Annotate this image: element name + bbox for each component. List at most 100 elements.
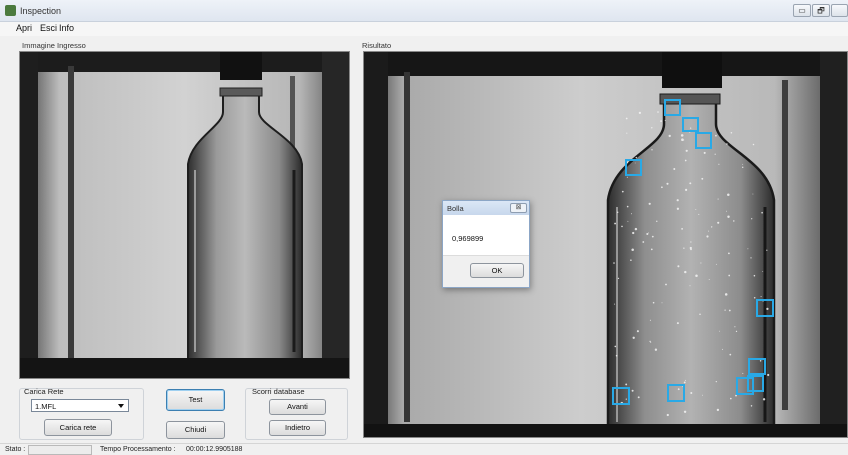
input-image	[19, 51, 350, 379]
bubble-speck	[661, 186, 663, 189]
bubble-speck	[651, 149, 653, 151]
bubble-speck	[637, 396, 640, 399]
bubble-speck	[683, 381, 686, 384]
bubble-speck	[681, 228, 683, 230]
bubble-speck	[654, 348, 658, 351]
menu-item-esci[interactable]: Esci	[40, 23, 57, 33]
input-image-label: Immagine Ingresso	[22, 41, 86, 50]
bubble-speck	[626, 132, 628, 134]
dialog-close-button[interactable]: ⊠	[510, 203, 527, 213]
indietro-button[interactable]: Indietro	[269, 420, 326, 436]
bubble-speck	[613, 262, 615, 264]
dialog-title: Bolla	[447, 204, 464, 213]
bubble-speck	[666, 182, 669, 185]
bubble-speck	[706, 235, 709, 238]
bubble-speck	[708, 230, 710, 232]
bubble-speck	[715, 380, 717, 383]
carica-rete-button[interactable]: Carica rete	[44, 419, 112, 436]
bubble-speck	[677, 388, 680, 391]
bubble-speck	[719, 330, 721, 332]
bubble-speck	[614, 345, 617, 348]
bubble-speck	[634, 227, 638, 231]
bubble-speck	[651, 235, 654, 238]
bubble-speck	[632, 231, 635, 235]
close-button[interactable]	[831, 4, 848, 17]
bubble-speck	[718, 163, 720, 165]
bubble-speck	[666, 413, 669, 417]
bubble-speck	[742, 163, 744, 165]
carica-rete-group-label: Carica Rete	[24, 387, 64, 396]
bubble-speck	[722, 348, 724, 350]
bubble-speck	[617, 277, 620, 280]
window-title: Inspection	[20, 6, 62, 16]
bubble-speck	[716, 408, 720, 412]
maximize-button[interactable]: 🗗	[812, 4, 830, 17]
bubble-speck	[625, 117, 628, 120]
bubble-speck	[701, 394, 703, 396]
bubble-speck	[626, 176, 628, 178]
result-image-label: Risultato	[362, 41, 392, 50]
bubble-speck	[616, 211, 619, 214]
bubble-speck	[676, 322, 679, 325]
bubble-speck	[717, 198, 719, 200]
menu-item-info[interactable]: Info	[59, 23, 74, 33]
bubble-speck	[750, 405, 753, 407]
bubble-speck	[695, 209, 697, 211]
bubble-speck	[664, 120, 666, 121]
bubble-speck	[690, 248, 692, 251]
title-bar: Inspection ▭ 🗗	[0, 0, 848, 22]
bubble-speck	[703, 151, 706, 154]
bubble-speck	[753, 297, 756, 299]
bubble-speck	[660, 120, 663, 123]
rete-select[interactable]: 1.MFL	[31, 399, 129, 412]
chevron-down-icon	[118, 404, 124, 408]
bubble-speck	[708, 279, 710, 280]
bubble-speck	[747, 248, 749, 250]
bubble-speck	[767, 373, 770, 377]
bubble-speck	[626, 205, 629, 208]
avanti-button[interactable]: Avanti	[269, 399, 326, 415]
bubble-speck	[715, 263, 717, 265]
bubble-speck	[657, 111, 659, 113]
bubble-speck	[652, 301, 655, 304]
bubble-speck	[728, 252, 730, 255]
bubble-speck	[681, 138, 684, 141]
stato-field	[28, 445, 92, 455]
bubble-speck	[614, 222, 617, 225]
bubble-speck	[673, 168, 676, 170]
bubble-speck	[735, 330, 738, 333]
bubble-speck	[642, 241, 645, 243]
bubble-speck	[751, 218, 753, 220]
bubble-speck	[685, 188, 688, 191]
processing-time-label: Tempo Processamento :	[100, 446, 176, 453]
bubble-speck	[648, 232, 650, 234]
minimize-button[interactable]: ▭	[793, 4, 811, 17]
bubble-speck	[683, 247, 685, 249]
menu-item-apri[interactable]: Apri	[16, 23, 32, 33]
bubble-speck	[690, 241, 692, 243]
bubble-speck	[684, 270, 687, 274]
processing-time-value: 00:00:12.9905188	[186, 446, 243, 453]
bubble-speck	[759, 360, 762, 362]
bubble-speck	[700, 262, 702, 264]
test-button[interactable]: Test	[166, 389, 225, 411]
bubble-speck	[683, 410, 687, 413]
rete-select-value: 1.MFL	[35, 402, 57, 411]
bubble-speck	[717, 221, 720, 224]
bubble-speck	[685, 149, 688, 152]
bubble-speck	[649, 340, 651, 343]
chiudi-button[interactable]: Chiudi	[166, 421, 225, 439]
bubble-speck	[690, 391, 693, 395]
bubble-speck	[638, 111, 642, 115]
bubble-speck	[632, 336, 635, 339]
dialog-ok-button[interactable]: OK	[470, 263, 524, 278]
bubble-speck	[650, 248, 653, 251]
bubble-speck	[726, 143, 728, 145]
bubble-speck	[761, 211, 763, 214]
bubble-speck	[727, 193, 730, 196]
bubble-speck	[733, 220, 735, 222]
bubble-speck	[665, 283, 667, 286]
scorri-database-group-label: Scorri database	[252, 387, 305, 396]
bubble-speck	[711, 226, 713, 228]
bubble-speck	[684, 159, 687, 162]
